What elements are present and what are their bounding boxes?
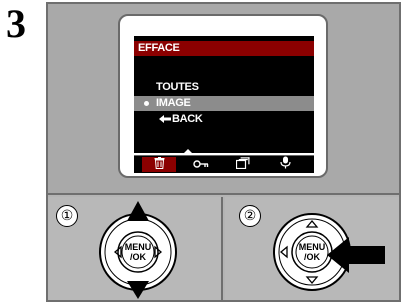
up-arrow-icon[interactable] (126, 200, 150, 227)
menu-tab-bar (134, 155, 314, 173)
menu-item-label: IMAGE (156, 97, 191, 109)
menu-ok-label: MENU /OK (124, 242, 152, 262)
menu-item-label: BACK (172, 113, 203, 125)
menu-title-bar: EFFACE (134, 41, 314, 56)
lcd-illustration-area: EFFACE TOUTES IMAGE BACK (48, 4, 399, 195)
lcd-screen: EFFACE TOUTES IMAGE BACK (134, 36, 314, 173)
selection-dot-icon (144, 101, 149, 106)
instruction-panel: EFFACE TOUTES IMAGE BACK ① MENU /OK ② ME… (46, 2, 401, 302)
menu-item-back[interactable]: BACK (134, 112, 314, 127)
press-arrow-icon (325, 235, 387, 280)
tab-frames[interactable] (226, 156, 260, 174)
microphone-icon (279, 156, 291, 174)
camera-lcd: EFFACE TOUTES IMAGE BACK (118, 14, 328, 178)
menu-ok-label: MENU /OK (298, 242, 326, 262)
tab-protect[interactable] (184, 157, 218, 172)
menu-item-toutes[interactable]: TOUTES (134, 80, 314, 95)
step-2-number: ② (239, 205, 261, 227)
tab-erase[interactable] (142, 156, 176, 174)
step-1-number: ① (56, 205, 78, 227)
frames-icon (235, 156, 250, 174)
menu-ok-button[interactable]: MENU /OK (118, 242, 158, 262)
step-1-panel: ① MENU /OK (48, 197, 223, 300)
menu-item-image[interactable]: IMAGE (134, 96, 314, 111)
menu-item-label: TOUTES (156, 81, 199, 93)
trash-icon (154, 156, 165, 174)
down-arrow-icon[interactable] (126, 280, 150, 300)
menu-title: EFFACE (138, 42, 180, 54)
step-2-panel: ② MENU /OK (225, 197, 399, 300)
tab-audio[interactable] (268, 156, 302, 174)
back-arrow-icon (158, 114, 172, 129)
tab-pointer-icon (182, 149, 194, 155)
key-icon (193, 156, 209, 174)
step-number: 3 (6, 1, 26, 46)
